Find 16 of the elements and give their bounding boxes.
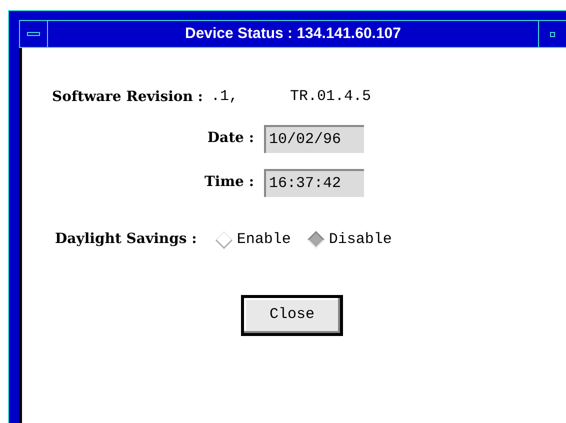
text-field[interactable]: 16:37:42 xyxy=(264,168,364,196)
close-button[interactable]: Close xyxy=(241,295,343,336)
field-label: Time : xyxy=(204,173,255,192)
daylight-savings-label: Daylight Savings : xyxy=(55,230,197,250)
text-field[interactable]: 10/02/96 xyxy=(264,124,364,152)
window-title: Device Status : 134.141.60.107 xyxy=(184,24,402,44)
field-label: Date : xyxy=(206,129,255,148)
menu-icon xyxy=(27,32,40,36)
maximize-icon xyxy=(550,32,555,36)
radio-label[interactable]: Disable xyxy=(328,228,392,251)
radio-label[interactable]: Enable xyxy=(236,228,291,251)
radio-diamond-icon[interactable] xyxy=(214,230,233,249)
revision-value: .1, xyxy=(210,87,238,107)
software-revision-label: Software Revision : xyxy=(52,88,203,107)
radio-diamond-icon[interactable] xyxy=(306,230,325,249)
revision-value: TR.01.4.5 xyxy=(290,87,372,107)
